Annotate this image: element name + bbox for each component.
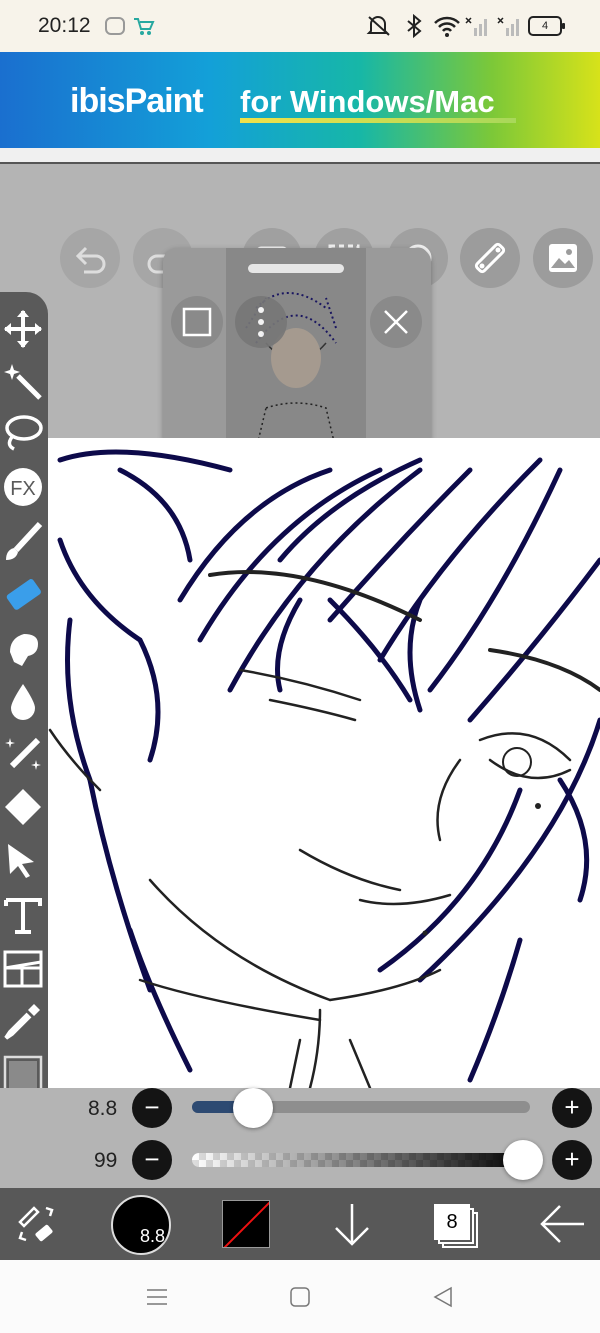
text-icon [4,898,42,934]
lasso-tool[interactable] [2,412,44,454]
text-tool[interactable] [2,894,44,936]
ruler-icon [474,242,506,274]
opacity-increase-button[interactable]: + [552,1140,592,1180]
brush-preview-button[interactable]: 8.8 [111,1195,171,1255]
opacity-track[interactable] [192,1153,530,1167]
line-art [48,449,600,1088]
more-vert-icon [258,307,264,337]
color-button[interactable] [222,1200,270,1248]
brush-size-badge: 8.8 [139,1226,165,1246]
layer-count: 8 [434,1204,470,1240]
svg-text:FX: FX [10,478,36,500]
wifi-icon [434,16,460,37]
reference-menu-button[interactable] [235,296,287,348]
menu-icon[interactable] [146,1286,168,1308]
reference-fit-button[interactable] [171,296,223,348]
color-swatch-icon [223,1201,269,1247]
arrow-down-icon [335,1204,369,1246]
battery-indicator: 4 [528,16,565,36]
tool-swap-button[interactable] [12,1200,60,1253]
mute-icon [366,16,390,36]
clock: 20:12 [38,14,91,37]
back-button[interactable] [538,1202,586,1251]
signal-icon-1 [465,17,487,36]
banner-subtitle: for Windows/Mac [240,84,495,119]
opacity-slider-handle[interactable] [503,1140,544,1180]
select-icon [8,844,34,878]
reference-sketch [245,292,337,450]
bluetooth-icon [407,14,422,38]
smudge-icon [10,634,38,666]
brush-size-decrease-button[interactable]: − [132,1088,172,1128]
special-brush-tool[interactable] [2,732,44,774]
shopping-cart-icon [134,18,155,35]
back-nav-icon[interactable] [432,1286,454,1308]
blur-tool[interactable] [2,680,44,722]
brush-eraser-swap-icon [18,1206,54,1242]
banner-underline [240,118,516,123]
reference-drag-handle[interactable] [248,264,344,273]
reference-close-button[interactable] [370,296,422,348]
move-tool[interactable] [2,308,44,350]
filter-tool[interactable]: FX [2,466,44,508]
left-toolbar: FX [0,292,48,1114]
reference-thumbnail [226,248,366,450]
lasso-icon [5,415,43,451]
fx-icon: FX [4,468,42,506]
reference-image-icon [549,244,577,272]
app-notification-icon [105,17,125,35]
special-brush-icon [5,737,41,770]
smudge-tool[interactable] [2,626,44,668]
magic-wand-tool[interactable] [2,360,44,402]
home-icon[interactable] [289,1286,311,1308]
brush-size-value: 8.8 [88,1097,118,1120]
eraser-tool[interactable] [2,574,44,616]
banner-divider [0,148,600,164]
arrow-left-icon [540,1205,584,1243]
eyedropper-tool[interactable] [2,1000,44,1042]
blur-icon [11,684,35,720]
opacity-value: 99 [94,1149,118,1172]
fill-tool[interactable] [2,786,44,828]
ruler-button[interactable] [460,228,520,288]
brush-icon [6,521,43,560]
magic-wand-icon [4,364,42,400]
brush-size-increase-button[interactable]: + [552,1088,592,1128]
close-icon [384,310,408,334]
undo-icon [75,246,106,274]
eyedropper-icon [4,1004,40,1040]
download-button[interactable] [330,1200,374,1253]
select-tool[interactable] [2,840,44,882]
move-icon [4,310,42,348]
banner-brand: ibisPaint [70,82,204,120]
frame-divider-icon [3,950,43,988]
reference-image-button[interactable] [533,228,593,288]
square-icon [182,307,212,337]
bottom-toolbar [0,1188,600,1260]
frame-divider-tool[interactable] [2,948,44,990]
reference-window[interactable] [163,248,431,450]
undo-button[interactable] [60,228,120,288]
opacity-decrease-button[interactable]: − [132,1140,172,1180]
drawing-canvas[interactable] [46,438,600,1088]
layers-button[interactable]: 8 [434,1204,482,1248]
brush-tool[interactable] [2,520,44,562]
signal-icon-2 [497,17,519,36]
fill-icon [5,789,41,825]
brush-size-slider-handle[interactable] [232,1088,273,1128]
eraser-icon [6,579,41,610]
